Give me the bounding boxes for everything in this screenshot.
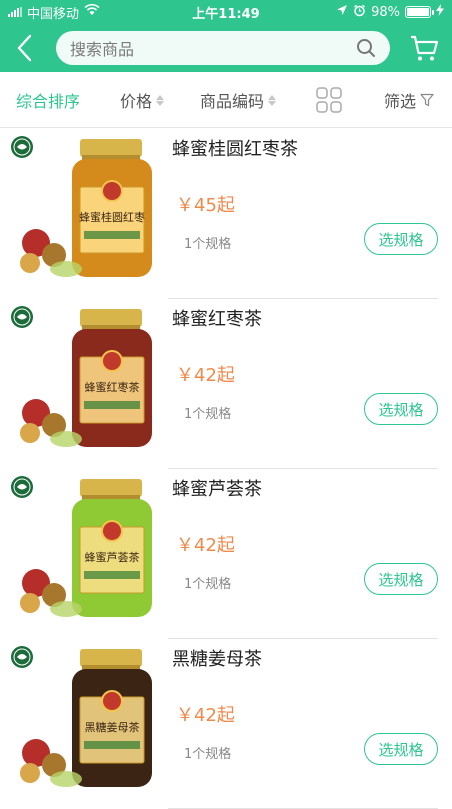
- charging-icon: [436, 4, 444, 20]
- product-price: ￥42起: [176, 705, 235, 726]
- clock-time: 上午11:49: [192, 6, 260, 22]
- status-bar: 中国移动 上午11:49 98%: [0, 0, 452, 24]
- product-spec-count: 1个规格: [184, 577, 232, 592]
- svg-text:蜂蜜桂圆红枣: 蜂蜜桂圆红枣: [79, 210, 145, 224]
- sort-arrows-icon: [156, 94, 165, 106]
- product-name[interactable]: 蜂蜜红枣茶: [172, 305, 262, 331]
- product-image[interactable]: 黑糖姜母茶: [8, 641, 164, 791]
- cart-icon: [411, 35, 439, 61]
- location-arrow-icon: [336, 4, 348, 20]
- battery-icon: [405, 6, 434, 18]
- product-spec-count: 1个规格: [184, 407, 232, 422]
- svg-text:黑糖姜母茶: 黑糖姜母茶: [85, 720, 140, 734]
- jar-icon: 蜂蜜红枣茶: [72, 309, 152, 447]
- back-button[interactable]: [0, 24, 48, 72]
- select-spec-button[interactable]: 选规格: [364, 393, 438, 425]
- cart-button[interactable]: [408, 32, 440, 64]
- jar-icon: 蜂蜜芦荟茶: [72, 479, 152, 617]
- sort-price-label: 价格: [120, 92, 153, 111]
- product-item[interactable]: 蜂蜜红枣茶 蜂蜜红枣茶 ￥42起 1个规格 选规格: [0, 299, 452, 469]
- sort-price[interactable]: 价格: [120, 72, 165, 128]
- sort-comprehensive[interactable]: 综合排序: [16, 72, 80, 128]
- product-price: ￥42起: [176, 365, 235, 386]
- product-price: ￥45起: [176, 195, 235, 216]
- product-item[interactable]: 蜂蜜桂圆红枣 蜂蜜桂圆红枣茶 ￥45起 1个规格 选规格: [0, 129, 452, 299]
- funnel-icon: [420, 93, 434, 107]
- filter-label: 筛选: [384, 92, 417, 111]
- alarm-icon: [353, 4, 366, 21]
- product-spec-count: 1个规格: [184, 237, 232, 252]
- grid-view-toggle[interactable]: [316, 72, 342, 128]
- sort-comprehensive-label: 综合排序: [16, 92, 81, 111]
- brand-logo-icon: [11, 476, 33, 498]
- product-item[interactable]: 蜂蜜芦荟茶 蜂蜜芦荟茶 ￥42起 1个规格 选规格: [0, 469, 452, 639]
- battery-percent: 98%: [371, 4, 400, 20]
- brand-logo-icon: [11, 136, 33, 158]
- product-image[interactable]: 蜂蜜芦荟茶: [8, 471, 164, 621]
- filter-bar: 综合排序 价格 商品编码 筛选: [0, 72, 452, 128]
- nav-bar: 搜索商品: [0, 24, 452, 72]
- product-price: ￥42起: [176, 535, 235, 556]
- search-input[interactable]: 搜索商品: [56, 31, 390, 65]
- product-image[interactable]: 蜂蜜红枣茶: [8, 301, 164, 451]
- product-image[interactable]: 蜂蜜桂圆红枣: [8, 131, 164, 281]
- search-placeholder: 搜索商品: [70, 40, 135, 59]
- product-name[interactable]: 蜂蜜桂圆红枣茶: [172, 135, 298, 161]
- chevron-left-icon: [17, 34, 32, 62]
- brand-logo-icon: [11, 646, 33, 668]
- filter-button[interactable]: 筛选: [384, 72, 434, 128]
- grid-icon: [316, 87, 342, 113]
- jar-icon: 黑糖姜母茶: [72, 649, 152, 787]
- product-list: 蜂蜜桂圆红枣 蜂蜜桂圆红枣茶 ￥45起 1个规格 选规格 蜂蜜红枣茶 蜂蜜红枣茶…: [0, 129, 452, 809]
- svg-text:蜂蜜红枣茶: 蜂蜜红枣茶: [85, 380, 140, 394]
- product-name[interactable]: 黑糖姜母茶: [172, 645, 262, 671]
- product-spec-count: 1个规格: [184, 747, 232, 762]
- sort-product-code[interactable]: 商品编码: [200, 72, 277, 128]
- brand-logo-icon: [11, 306, 33, 328]
- sort-product-code-label: 商品编码: [200, 92, 265, 111]
- search-icon[interactable]: [356, 38, 376, 58]
- product-item[interactable]: 黑糖姜母茶 黑糖姜母茶 ￥42起 1个规格 选规格: [0, 639, 452, 809]
- carrier-label: 中国移动: [27, 6, 80, 22]
- jar-icon: 蜂蜜桂圆红枣: [72, 139, 152, 277]
- svg-text:蜂蜜芦荟茶: 蜂蜜芦荟茶: [85, 550, 140, 564]
- sort-arrows-icon: [268, 94, 277, 106]
- product-name[interactable]: 蜂蜜芦荟茶: [172, 475, 262, 501]
- signal-icon: [8, 7, 22, 17]
- wifi-icon: [84, 3, 100, 20]
- select-spec-button[interactable]: 选规格: [364, 733, 438, 765]
- select-spec-button[interactable]: 选规格: [364, 223, 438, 255]
- select-spec-button[interactable]: 选规格: [364, 563, 438, 595]
